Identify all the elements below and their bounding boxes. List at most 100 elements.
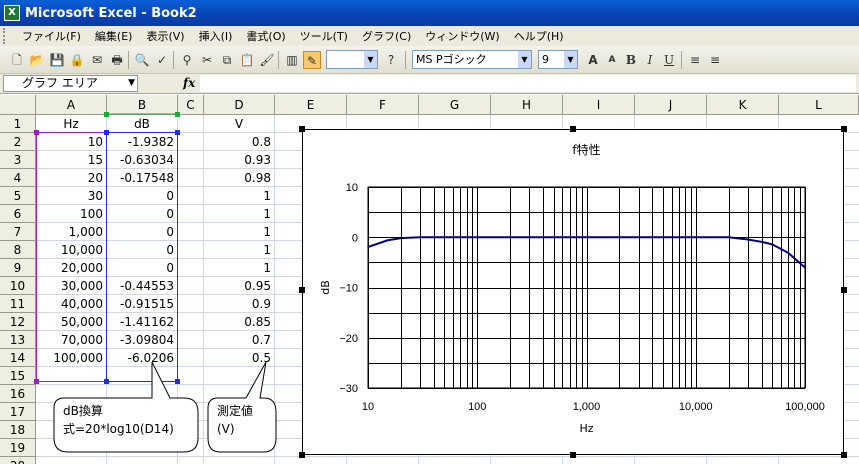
col-header-B[interactable]: B <box>107 95 178 115</box>
row-header-16[interactable]: 16 <box>0 385 36 403</box>
cell-D4[interactable]: 0.98 <box>204 169 274 187</box>
chevron-down-icon[interactable]: ▼ <box>564 51 577 68</box>
cell-A8[interactable]: 10,000 <box>36 241 106 259</box>
cell-A1[interactable]: Hz <box>36 115 106 133</box>
fx-icon[interactable]: fx <box>183 76 195 90</box>
row-header-10[interactable]: 10 <box>0 277 36 295</box>
align-left-icon[interactable]: ≡ <box>686 51 704 69</box>
col-header-L[interactable]: L <box>779 95 859 115</box>
select-all-corner[interactable] <box>0 95 36 115</box>
menu-view[interactable]: 表示(V) <box>139 28 191 44</box>
cell-D1[interactable]: V <box>204 115 274 133</box>
cell-A9[interactable]: 20,000 <box>36 259 106 277</box>
cell-A4[interactable]: 20 <box>36 169 106 187</box>
research-icon[interactable]: ⚲ <box>178 51 196 69</box>
bold-icon[interactable]: B <box>622 51 640 69</box>
cell-B8[interactable]: 0 <box>107 241 177 259</box>
row-header-11[interactable]: 11 <box>0 295 36 313</box>
cut-icon[interactable]: ✂ <box>198 51 216 69</box>
email-icon[interactable]: ✉ <box>88 51 106 69</box>
cell-B4[interactable]: -0.17548 <box>107 169 177 187</box>
col-header-F[interactable]: F <box>347 95 419 115</box>
zoom-select[interactable]: ▼ <box>326 50 378 69</box>
cell-D10[interactable]: 0.95 <box>204 277 274 295</box>
cell-A10[interactable]: 30,000 <box>36 277 106 295</box>
cell-A5[interactable]: 30 <box>36 187 106 205</box>
font-size-select[interactable]: 9 ▼ <box>538 50 578 69</box>
chevron-down-icon[interactable]: ▼ <box>518 51 531 68</box>
menu-edit[interactable]: 編集(E) <box>88 28 140 44</box>
row-header-18[interactable]: 18 <box>0 421 36 439</box>
cell-B12[interactable]: -1.41162 <box>107 313 177 331</box>
row-header-4[interactable]: 4 <box>0 169 36 187</box>
cell-D8[interactable]: 1 <box>204 241 274 259</box>
menu-tools[interactable]: ツール(T) <box>293 28 355 44</box>
callout-db-line1[interactable]: dB換算 <box>60 403 106 419</box>
cell-A12[interactable]: 50,000 <box>36 313 106 331</box>
callout-v-line1[interactable]: 測定値 <box>214 403 256 419</box>
chart-handle-mr[interactable] <box>841 287 847 293</box>
chart-handle-tr[interactable] <box>841 126 847 132</box>
copy-icon[interactable]: ⧉ <box>218 51 236 69</box>
chart-area[interactable]: 10 0 −10 −20 −30 10 100 1,000 10,000 100,000 f特性 Hz… <box>302 129 844 455</box>
toolbar-grip-icon[interactable] <box>3 28 11 44</box>
increase-font-icon[interactable]: A <box>584 51 602 69</box>
cell-B13[interactable]: -3.09804 <box>107 331 177 349</box>
col-header-A[interactable]: A <box>36 95 107 115</box>
cell-D7[interactable]: 1 <box>204 223 274 241</box>
cell-A3[interactable]: 15 <box>36 151 106 169</box>
align-center-icon[interactable]: ≡ <box>706 51 724 69</box>
cell-D5[interactable]: 1 <box>204 187 274 205</box>
font-name-select[interactable]: MS Pゴシック ▼ <box>412 50 532 69</box>
chart-handle-bl[interactable] <box>299 452 305 458</box>
cell-A7[interactable]: 1,000 <box>36 223 106 241</box>
cell-D9[interactable]: 1 <box>204 259 274 277</box>
chevron-down-icon[interactable]: ▼ <box>128 76 135 91</box>
chart-wizard-icon[interactable]: ▥ <box>283 51 301 69</box>
print-preview-icon[interactable]: 🔍 <box>133 51 151 69</box>
print-icon[interactable]: 🖶 <box>108 51 126 69</box>
permission-icon[interactable]: 🔒 <box>68 51 86 69</box>
cell-D3[interactable]: 0.93 <box>204 151 274 169</box>
name-box[interactable]: グラフ エリア ▼ <box>3 75 138 92</box>
menu-window[interactable]: ウィンドウ(W) <box>418 28 506 44</box>
cell-A13[interactable]: 70,000 <box>36 331 106 349</box>
menu-help[interactable]: ヘルプ(H) <box>507 28 571 44</box>
row-header-6[interactable]: 6 <box>0 205 36 223</box>
decrease-font-icon[interactable]: A <box>603 51 621 69</box>
cell-B6[interactable]: 0 <box>107 205 177 223</box>
callout-v-line2[interactable]: (V) <box>214 421 238 437</box>
paste-icon[interactable]: 📋 <box>238 51 256 69</box>
new-file-icon[interactable]: 🗋 <box>8 51 26 69</box>
chart-handle-ml[interactable] <box>299 287 305 293</box>
menu-chart[interactable]: グラフ(C) <box>355 28 418 44</box>
row-header-3[interactable]: 3 <box>0 151 36 169</box>
underline-icon[interactable]: U <box>660 51 678 69</box>
cell-B2[interactable]: -1.9382 <box>107 133 177 151</box>
callout-db-line2[interactable]: 式=20*log10(D14) <box>60 421 177 437</box>
cell-B5[interactable]: 0 <box>107 187 177 205</box>
cell-D6[interactable]: 1 <box>204 205 274 223</box>
cell-A11[interactable]: 40,000 <box>36 295 106 313</box>
col-header-E[interactable]: E <box>275 95 347 115</box>
row-header-20[interactable]: 20 <box>0 457 36 464</box>
cell-B7[interactable]: 0 <box>107 223 177 241</box>
cell-B10[interactable]: -0.44553 <box>107 277 177 295</box>
italic-icon[interactable]: I <box>641 51 659 69</box>
row-header-5[interactable]: 5 <box>0 187 36 205</box>
cell-D11[interactable]: 0.9 <box>204 295 274 313</box>
save-icon[interactable]: 💾 <box>48 51 66 69</box>
col-header-K[interactable]: K <box>707 95 779 115</box>
cell-B9[interactable]: 0 <box>107 259 177 277</box>
row-header-14[interactable]: 14 <box>0 349 36 367</box>
chart-handle-tm[interactable] <box>570 126 576 132</box>
chart-handle-bm[interactable] <box>570 452 576 458</box>
format-painter-icon[interactable]: 🖌 <box>258 51 276 69</box>
menu-format[interactable]: 書式(O) <box>239 28 292 44</box>
row-header-2[interactable]: 2 <box>0 133 36 151</box>
col-header-G[interactable]: G <box>419 95 491 115</box>
col-header-C[interactable]: C <box>178 95 204 115</box>
cell-A6[interactable]: 100 <box>36 205 106 223</box>
row-header-17[interactable]: 17 <box>0 403 36 421</box>
formula-input[interactable] <box>200 75 856 92</box>
